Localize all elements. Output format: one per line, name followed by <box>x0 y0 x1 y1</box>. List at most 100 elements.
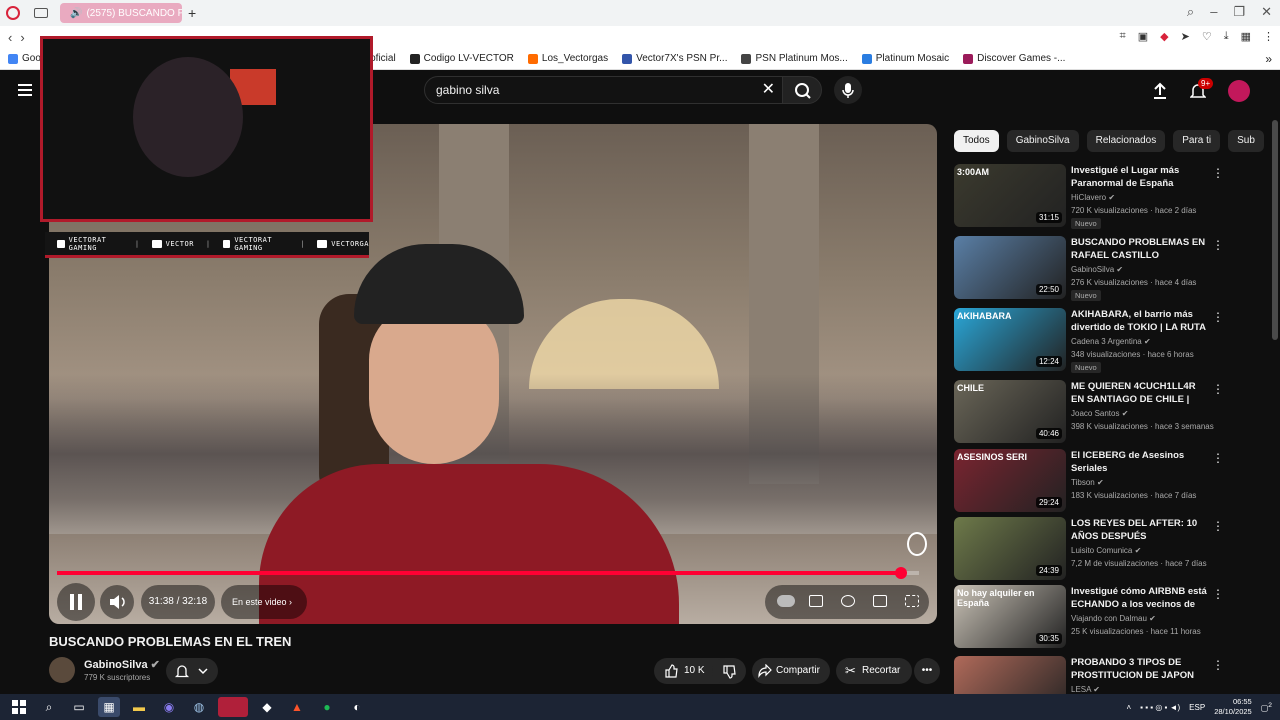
tray-app-icons[interactable]: ▪ ▪ ▪ ◎ ▪ ◄) <box>1140 703 1180 712</box>
recommendation-channel[interactable]: Tibson ✔ <box>1071 478 1104 487</box>
hamburger-menu-icon[interactable] <box>18 84 32 96</box>
bookmark-item[interactable]: Discover Games -... <box>963 53 1065 64</box>
page-scrollbar[interactable] <box>1272 120 1278 340</box>
subtitles-icon[interactable] <box>809 595 823 607</box>
minimize-button[interactable]: – <box>1210 4 1217 20</box>
progress-bar[interactable] <box>57 567 919 579</box>
speaker-icon[interactable]: 🔊 <box>70 8 82 19</box>
tray-chevron-icon[interactable]: ˄ <box>1126 703 1131 712</box>
channel-name[interactable]: GabinoSilva ✔ <box>84 658 160 671</box>
more-options-icon[interactable]: ⋮ <box>1212 519 1224 533</box>
bookmarks-overflow-icon[interactable]: » <box>1265 52 1272 66</box>
recommendation-item[interactable]: CHILE 40:46 ME QUIEREN 4CUCH1LL4R EN SANTI… <box>954 380 1254 444</box>
search-button[interactable] <box>782 76 822 104</box>
video-thumbnail[interactable]: 24:39 <box>954 517 1066 580</box>
forward-button[interactable]: › <box>20 30 24 45</box>
recommendation-title[interactable]: PROBANDO 3 TIPOS DE PROSTITUCION DE JAPO… <box>1071 656 1211 682</box>
opera-taskbar-icon[interactable] <box>218 697 248 717</box>
volume-button[interactable] <box>100 585 134 619</box>
maximize-button[interactable]: ❐ <box>1233 4 1245 20</box>
game-app-icon[interactable]: ◆ <box>256 697 278 717</box>
close-window-button[interactable]: ✕ <box>1261 4 1272 20</box>
download-icon[interactable]: ⤓ <box>1224 30 1229 43</box>
task-view-icon[interactable]: ▭ <box>68 697 90 717</box>
subscribed-bell-button[interactable] <box>166 658 218 684</box>
filter-chip[interactable]: Sub <box>1228 130 1264 152</box>
bookmark-item[interactable]: Goo <box>8 53 41 64</box>
cube-icon[interactable]: ▣ <box>1138 30 1148 43</box>
chapters-button[interactable]: En este video › <box>221 585 307 619</box>
video-thumbnail[interactable]: 3:00AM 31:15 <box>954 164 1066 227</box>
bookmark-item[interactable]: Los_Vectorgas <box>527 53 608 64</box>
language-indicator[interactable]: ESP <box>1189 703 1205 712</box>
recommendation-title[interactable]: El ICEBERG de Asesinos Seriales <box>1071 449 1211 475</box>
recommendation-channel[interactable]: GabinoSilva ✔ <box>1071 265 1123 274</box>
menu-dots-icon[interactable]: ⋮ <box>1263 30 1274 43</box>
recommendation-channel[interactable]: Luisito Comunica ✔ <box>1071 546 1141 555</box>
tab-manager-icon[interactable] <box>34 8 48 18</box>
discord-icon[interactable]: ◉ <box>158 697 180 717</box>
filter-chip[interactable]: GabinoSilva <box>1006 130 1079 152</box>
miniplayer-icon[interactable] <box>873 595 887 607</box>
video-thumbnail[interactable]: 22:50 <box>954 236 1066 299</box>
recommendation-title[interactable]: ME QUIEREN 4CUCH1LL4R EN SANTIAGO DE CHI… <box>1071 380 1211 406</box>
recommendation-item[interactable]: No hay alquiler en España 30:35 Investigué… <box>954 585 1254 649</box>
channel-watermark-icon[interactable] <box>907 532 927 556</box>
settings-gear-icon[interactable] <box>841 595 855 607</box>
bookmark-item[interactable]: PSN Platinum Mos... <box>741 53 848 64</box>
more-options-icon[interactable]: ⋮ <box>1212 658 1224 672</box>
recommendation-channel[interactable]: Joaco Santos ✔ <box>1071 409 1128 418</box>
recommendation-title[interactable]: BUSCANDO PROBLEMAS EN RAFAEL CASTILLO <box>1071 236 1211 262</box>
search-tabs-icon[interactable]: ⌕ <box>1187 4 1194 20</box>
notifications-button[interactable]: 9+ <box>1189 78 1214 100</box>
recommendation-title[interactable]: LOS REYES DEL AFTER: 10 AÑOS DESPUÉS <box>1071 517 1211 543</box>
recommendation-channel[interactable]: Cadena 3 Argentina ✔ <box>1071 337 1151 346</box>
more-options-icon[interactable]: ⋮ <box>1212 382 1224 396</box>
fullscreen-icon[interactable] <box>905 595 919 607</box>
filter-chip[interactable]: Para ti <box>1173 130 1221 152</box>
filter-chip[interactable]: Relacionados <box>1086 130 1166 152</box>
recommendation-item[interactable]: 22:50 BUSCANDO PROBLEMAS EN RAFAEL CASTIL… <box>954 236 1254 301</box>
video-thumbnail[interactable]: CHILE 40:46 <box>954 380 1066 443</box>
clear-search-icon[interactable]: ✕ <box>762 77 775 103</box>
more-options-icon[interactable]: ⋮ <box>1212 310 1224 324</box>
scrubber-handle[interactable] <box>894 567 907 579</box>
spotify-icon[interactable]: ● <box>316 697 338 717</box>
file-explorer-icon[interactable]: ▬ <box>128 697 150 717</box>
video-thumbnail[interactable]: No hay alquiler en España 30:35 <box>954 585 1066 648</box>
more-options-icon[interactable]: ⋮ <box>1212 166 1224 180</box>
upload-icon[interactable] <box>1152 82 1168 100</box>
send-icon[interactable]: ➤ <box>1181 30 1190 43</box>
bookmark-item[interactable]: Codigo LV-VECTOR <box>409 53 514 64</box>
recommendation-item[interactable]: ASESINOS SERI 29:24 El ICEBERG de Asesinos… <box>954 449 1254 513</box>
steam-icon[interactable]: ◍ <box>188 697 210 717</box>
recommendation-title[interactable]: AKIHABARA, el barrio más divertido de TO… <box>1071 308 1211 334</box>
more-actions-button[interactable]: ••• <box>914 658 940 684</box>
recommendation-item[interactable]: 24:39 LOS REYES DEL AFTER: 10 AÑOS DESPUÉ… <box>954 517 1254 581</box>
more-options-icon[interactable]: ⋮ <box>1212 587 1224 601</box>
dislike-button[interactable] <box>712 658 746 684</box>
recommendation-channel[interactable]: Viajando con Dalmau ✔ <box>1071 614 1156 623</box>
back-button[interactable]: ‹ <box>8 30 12 45</box>
autoplay-toggle[interactable] <box>777 595 795 607</box>
pause-button[interactable] <box>57 583 95 621</box>
brave-icon[interactable]: ▲ <box>286 697 308 717</box>
clock[interactable]: 06:55 28/10/2025 <box>1214 697 1252 717</box>
opera-logo-icon[interactable] <box>6 6 20 20</box>
share-button[interactable]: Compartir <box>752 658 830 684</box>
recommendation-title[interactable]: Investigué cómo AIRBNB está ECHANDO a lo… <box>1071 585 1211 611</box>
clip-button[interactable]: ✂ Recortar <box>836 658 912 684</box>
search-input[interactable]: gabino silva ✕ <box>424 76 788 104</box>
start-button[interactable] <box>8 697 30 717</box>
extensions-icon[interactable]: ▦ <box>1241 30 1251 43</box>
search-taskbar-icon[interactable]: ⌕ <box>38 697 60 717</box>
video-thumbnail[interactable]: ASESINOS SERI 29:24 <box>954 449 1066 512</box>
browser-tab-active[interactable]: 🔊 (2575) BUSCANDO PI <box>60 3 182 23</box>
recommendation-title[interactable]: Investigué el Lugar más Paranormal de Es… <box>1071 164 1211 190</box>
more-options-icon[interactable]: ⋮ <box>1212 238 1224 252</box>
recommendation-item[interactable]: AKIHABARA 12:24 AKIHABARA, el barrio más d… <box>954 308 1254 373</box>
filter-chip[interactable]: Todos <box>954 130 999 152</box>
bookmark-item[interactable]: Vector7X's PSN Pr... <box>622 53 727 64</box>
recommendation-channel[interactable]: LESA ✔ <box>1071 685 1100 694</box>
notification-center-icon[interactable]: ▢2 <box>1261 702 1272 713</box>
